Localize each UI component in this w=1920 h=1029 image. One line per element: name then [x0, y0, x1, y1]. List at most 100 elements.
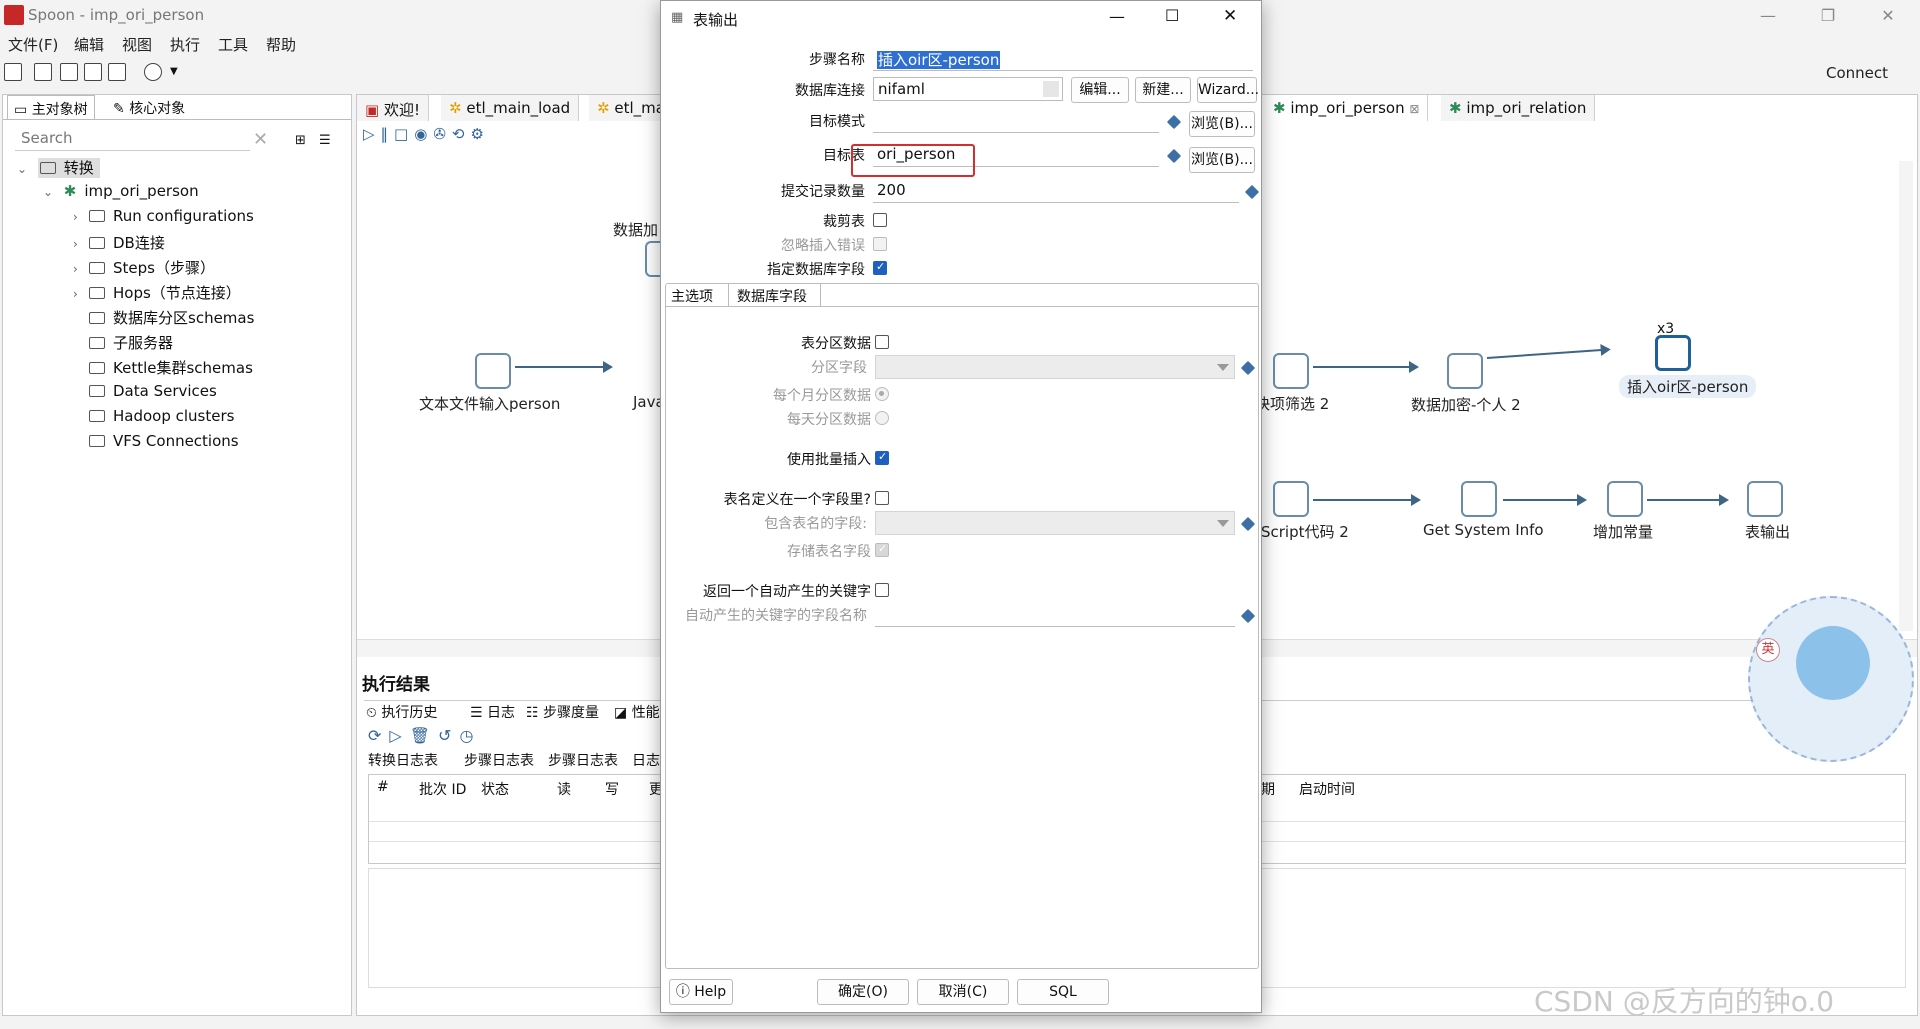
edit-connection-button[interactable]: 编辑... [1071, 77, 1129, 103]
explore-icon[interactable] [60, 63, 78, 81]
help-button[interactable]: ⓘ Help [669, 979, 733, 1005]
close-icon[interactable]: ✕ [1868, 4, 1908, 28]
return-key-checkbox[interactable] [875, 583, 889, 597]
expand-tree-icon[interactable]: ⊞ [295, 133, 306, 148]
variable-icon[interactable] [1244, 184, 1260, 200]
layers-icon[interactable] [144, 63, 162, 81]
close-icon[interactable]: ✕ [1223, 6, 1237, 26]
undo-icon[interactable]: ↺ [438, 726, 459, 745]
tree-item-db-connections[interactable]: › DB连接 [73, 232, 165, 257]
search-input[interactable]: Search [15, 129, 250, 151]
col-header[interactable]: 批次 ID [419, 779, 466, 799]
variable-icon[interactable] [1166, 148, 1182, 164]
step-system-info-icon[interactable] [1461, 481, 1497, 517]
tree-item-data-services[interactable]: Data Services [89, 382, 217, 407]
target-schema-input[interactable] [873, 109, 1159, 133]
key-field-name-input[interactable] [875, 603, 1235, 627]
tree-item-steps[interactable]: › Steps（步骤） [73, 257, 215, 282]
partition-field-select[interactable] [875, 355, 1235, 379]
tree-item-hops[interactable]: › Hops（节点连接） [73, 282, 241, 307]
history-icon[interactable]: ◷ [459, 726, 481, 745]
dropdown-toggle-icon[interactable] [1043, 81, 1059, 97]
daily-partition-radio[interactable] [875, 411, 889, 425]
step-add-constant-icon[interactable] [1607, 481, 1643, 517]
tree-item-vfs-connections[interactable]: VFS Connections [89, 432, 239, 457]
open-file-icon[interactable] [34, 63, 52, 81]
wizard-button[interactable]: Wizard... [1197, 77, 1259, 103]
ok-button[interactable]: 确定(O) [817, 979, 909, 1005]
menu-tools[interactable]: 工具 [218, 34, 248, 55]
commit-size-input[interactable]: 200 [873, 179, 1239, 203]
maximize-icon[interactable]: ☐ [1165, 6, 1179, 25]
step-table-output-icon[interactable] [1747, 481, 1783, 517]
refresh-icon[interactable]: ⟳ [368, 726, 389, 745]
minimize-icon[interactable]: — [1109, 7, 1125, 26]
browse-schema-button[interactable]: 浏览(B)... [1189, 111, 1255, 137]
delete-icon[interactable]: 🗑 [410, 726, 438, 745]
tree-item-cluster-schemas[interactable]: Kettle集群schemas [89, 357, 253, 382]
step-text-file-input-icon[interactable] [475, 353, 511, 389]
col-header[interactable]: # [377, 779, 389, 795]
step-encrypt-icon[interactable] [1447, 353, 1483, 389]
preview-icon[interactable]: ◉ [414, 125, 433, 143]
tree-item-imp-ori-person[interactable]: ⌄ ✱ imp_ori_person [43, 182, 199, 207]
tree-item-run-configurations[interactable]: › Run configurations [73, 207, 254, 232]
mascot-badge[interactable]: 英 [1756, 638, 1780, 662]
stop-icon[interactable]: □ [394, 125, 414, 143]
save-icon[interactable] [84, 63, 102, 81]
collapse-tree-icon[interactable]: ☰ [319, 133, 331, 148]
tab-main-object-tree[interactable]: ▭ 主对象树 [7, 95, 95, 119]
close-tab-icon[interactable]: ⊠ [1409, 102, 1419, 116]
variable-icon[interactable] [1166, 114, 1182, 130]
tab-etl-main-load[interactable]: ✲ etl_main_load [441, 95, 580, 121]
specify-fields-checkbox[interactable] [873, 260, 887, 275]
subtab-step-log[interactable]: 步骤日志表 [464, 750, 534, 770]
menu-file[interactable]: 文件(F) [8, 34, 58, 55]
restore-icon[interactable]: ❐ [1808, 4, 1848, 28]
tab-imp-ori-relation[interactable]: ✱ imp_ori_relation [1441, 95, 1596, 121]
menu-run[interactable]: 执行 [170, 34, 200, 55]
chevron-down-icon[interactable]: ▼ [170, 66, 178, 77]
step-table-output-selected-icon[interactable] [1655, 335, 1691, 371]
store-table-name-checkbox[interactable] [875, 542, 889, 557]
tab-log[interactable]: ☰ 日志 [470, 702, 515, 722]
col-header[interactable]: 启动时间 [1299, 779, 1355, 799]
batch-insert-checkbox[interactable] [875, 450, 889, 465]
tab-imp-ori-person[interactable]: ✱ imp_ori_person ⊠ [1265, 95, 1429, 121]
tree-root-transform[interactable]: ⌄ 转换 [17, 157, 100, 182]
step-script-icon[interactable] [1273, 481, 1309, 517]
replay-icon[interactable]: ▷ [389, 726, 409, 745]
subtab-step-log-2[interactable]: 步骤日志表 [548, 750, 618, 770]
save-as-icon[interactable] [108, 63, 126, 81]
clear-search-icon[interactable]: ✕ [253, 129, 268, 150]
db-connection-select[interactable]: nifaml [873, 77, 1063, 101]
subtab-trans-log[interactable]: 转换日志表 [368, 750, 438, 770]
tree-item-partition-schemas[interactable]: 数据库分区schemas [89, 307, 254, 332]
tab-db-fields[interactable]: 数据库字段 [735, 284, 821, 306]
menu-edit[interactable]: 编辑 [74, 34, 104, 55]
new-connection-button[interactable]: 新建... [1135, 77, 1191, 103]
tab-performance[interactable]: ◪ 性能 [614, 702, 660, 722]
partition-checkbox[interactable] [875, 335, 889, 349]
tree-item-hadoop-clusters[interactable]: Hadoop clusters [89, 407, 234, 432]
menu-help[interactable]: 帮助 [266, 34, 296, 55]
tree-item-slave-servers[interactable]: 子服务器 [89, 332, 173, 357]
vertical-scrollbar[interactable] [1899, 161, 1913, 631]
debug-icon[interactable]: ✇ [433, 125, 452, 143]
truncate-checkbox[interactable] [873, 213, 887, 227]
sql-button[interactable]: SQL [1017, 979, 1109, 1005]
replay-icon[interactable]: ⟲ [452, 125, 471, 143]
tab-welcome[interactable]: ▣ 欢迎! [357, 95, 429, 121]
verify-icon[interactable]: ⚙ [470, 125, 489, 143]
col-header[interactable]: 状态 [481, 779, 509, 799]
cancel-button[interactable]: 取消(C) [917, 979, 1009, 1005]
step-filter-icon[interactable] [1273, 353, 1309, 389]
tab-main-options[interactable]: 主选项 [667, 284, 729, 306]
menu-view[interactable]: 视图 [122, 34, 152, 55]
col-header[interactable]: 读 [557, 779, 571, 799]
table-name-field-select[interactable] [875, 511, 1235, 535]
browse-table-button[interactable]: 浏览(B)... [1189, 147, 1255, 173]
subtab-log[interactable]: 日志 [632, 750, 660, 770]
col-header[interactable]: 期 [1261, 779, 1275, 799]
minimize-icon[interactable]: — [1748, 4, 1788, 28]
